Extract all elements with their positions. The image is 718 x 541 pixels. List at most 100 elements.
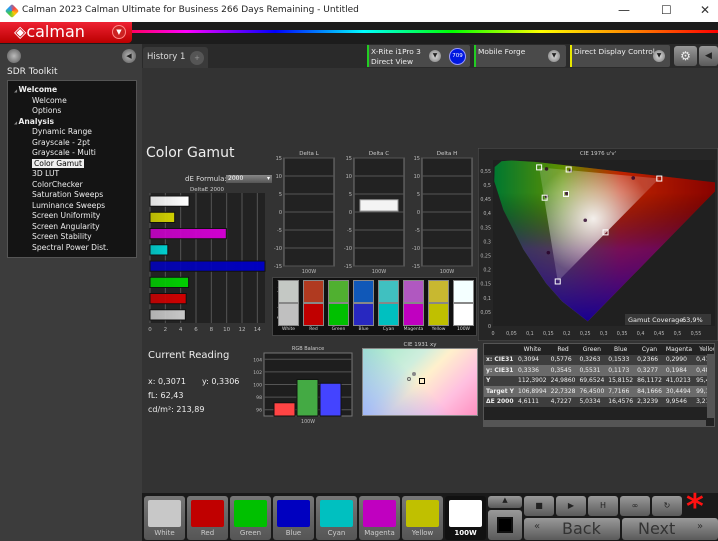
sidebar-item-label: Saturation Sweeps — [32, 190, 104, 199]
swatch-label: Yellow — [431, 327, 446, 332]
x-tick-label: 12 — [239, 327, 246, 333]
sidebar-item[interactable]: Options — [8, 106, 136, 117]
sidebar-item[interactable]: 3D LUT — [8, 169, 136, 180]
collapse-left-icon[interactable]: ◀ — [122, 49, 136, 63]
target-swatch — [278, 303, 299, 326]
patch-button-magenta[interactable]: Magenta — [359, 496, 400, 540]
pin-icon[interactable] — [7, 49, 21, 63]
sidebar-item-label: Analysis — [18, 116, 55, 126]
sidebar-item[interactable]: Luminance Sweeps — [8, 201, 136, 212]
sidebar-item[interactable]: Dynamic Range — [8, 127, 136, 138]
patch-button-blue[interactable]: Blue — [273, 496, 314, 540]
y-tick-label: 100 — [253, 383, 262, 389]
de-formula-select[interactable]: 2000 ▾ — [226, 175, 272, 183]
refresh-button[interactable]: ↻ — [652, 496, 682, 516]
patch-button-yellow[interactable]: Yellow — [402, 496, 443, 540]
x-tick-label: 8 — [210, 327, 214, 333]
y-tick-label: 98 — [256, 395, 262, 401]
chevron-down-icon[interactable]: ▼ — [112, 25, 126, 39]
loop-button[interactable]: ∞ — [620, 496, 650, 516]
meter-selector[interactable]: X-Rite i1Pro 3 Direct View ▼ 709 — [367, 45, 470, 67]
vertical-scrollbar[interactable] — [707, 354, 714, 418]
source-selector[interactable]: Mobile Forge ▼ — [474, 45, 566, 67]
sidebar-item-label: Welcome — [32, 95, 67, 105]
table-cell: 0,2366 — [637, 356, 659, 364]
sidebar-item[interactable]: ◢ Analysis — [8, 117, 136, 128]
stop-button[interactable]: ■ — [524, 496, 554, 516]
patch-button-green[interactable]: Green — [230, 496, 271, 540]
play-icon: ▶ — [567, 501, 575, 510]
sidebar-item[interactable]: Saturation Sweeps — [8, 190, 136, 201]
patch-color — [234, 500, 267, 527]
sidebar-item[interactable]: ◢ Welcome — [8, 85, 136, 96]
x-axis-label: 100W — [301, 419, 315, 423]
patch-button-100w[interactable]: 100W — [445, 496, 486, 540]
rgb-bar — [296, 378, 319, 417]
patch-button-white[interactable]: White — [144, 496, 185, 540]
stop-pattern-button[interactable] — [488, 510, 522, 540]
stop-square-icon — [497, 517, 513, 533]
y-tick-label: 0,2 — [483, 268, 491, 274]
add-tab-button[interactable]: + — [190, 51, 204, 65]
next-arrows-icon: » — [697, 521, 704, 532]
chevron-down-icon[interactable]: ▼ — [653, 50, 665, 62]
sidebar-item[interactable]: Welcome — [8, 96, 136, 107]
play-button[interactable]: ▶ — [556, 496, 586, 516]
patch-label: Red — [200, 529, 215, 537]
sidebar-item[interactable]: Screen Angularity — [8, 222, 136, 233]
patch-label: Blue — [285, 529, 302, 537]
actual-swatch — [428, 280, 449, 303]
colorspace-badge[interactable]: 709 — [449, 48, 466, 65]
collapse-right-icon[interactable]: ◀ — [699, 46, 718, 66]
y-tick-label: 0,1 — [483, 296, 491, 302]
chevron-down-icon[interactable]: ▼ — [429, 50, 441, 62]
table-cell: 0,1533 — [608, 356, 630, 364]
target-swatch — [303, 303, 324, 326]
reading-y: y: 0,3306 — [202, 377, 240, 386]
sidebar-item[interactable]: Grayscale - Multi — [8, 148, 136, 159]
chevron-down-icon[interactable]: ▼ — [548, 50, 560, 62]
display-selector[interactable]: Direct Display Control ▼ — [570, 45, 670, 67]
cie1976-title: CIE 1976 u'v' — [580, 151, 616, 157]
calman-menu-button[interactable]: ◈calman ▼ — [0, 22, 132, 43]
table-cell: 24,9860 — [550, 377, 576, 385]
table-cell: 76,4500 — [579, 387, 605, 395]
de-bar-green — [149, 276, 190, 288]
patch-label: Cyan — [327, 529, 346, 537]
sidebar-item[interactable]: Color Gamut — [8, 158, 136, 170]
sidebar-item[interactable]: Screen Uniformity — [8, 211, 136, 222]
sidebar-item[interactable]: Spectral Power Dist. — [8, 243, 136, 254]
hold-button[interactable]: H — [588, 496, 618, 516]
patch-button-cyan[interactable]: Cyan — [316, 496, 357, 540]
next-button[interactable]: Next » — [622, 518, 718, 540]
y-tick-label: 10 — [276, 174, 282, 180]
back-button[interactable]: « Back — [524, 518, 620, 540]
expand-up-button[interactable]: ▲ — [488, 496, 522, 508]
sidebar-item[interactable]: Grayscale - 2pt — [8, 138, 136, 149]
tab-history-1[interactable]: History 1 + — [143, 47, 208, 68]
sidebar-item-label: ColorChecker — [32, 179, 83, 189]
next-label: Next — [638, 519, 676, 538]
y-tick-label: 10 — [346, 174, 352, 180]
x-tick-label: 4 — [179, 327, 183, 333]
settings-gear-icon[interactable]: ⚙ — [674, 46, 697, 66]
sidebar-item-label: Grayscale - 2pt — [32, 137, 90, 147]
minimize-button[interactable]: — — [618, 3, 630, 17]
table-row: y: CIE31 0,3336 0,3545 0,5531 0,1173 0,3277 0,… — [484, 365, 714, 376]
de-bar-red — [149, 293, 187, 305]
sidebar-item[interactable]: ColorChecker — [8, 180, 136, 191]
column-header: Blue — [614, 345, 628, 353]
sidebar-item-label: Screen Angularity — [32, 221, 100, 231]
swatch-label: Magenta — [403, 327, 424, 332]
patch-button-red[interactable]: Red — [187, 496, 228, 540]
table-cell: 0,5531 — [579, 366, 601, 374]
target-swatch — [428, 303, 449, 326]
table-cell: 84,1666 — [637, 387, 662, 395]
row-header: Y — [486, 377, 491, 385]
horizontal-scrollbar[interactable] — [484, 420, 706, 426]
y-tick-label: -10 — [344, 246, 352, 252]
close-button[interactable]: ✕ — [700, 3, 710, 17]
measured-point — [631, 176, 636, 180]
maximize-button[interactable]: ☐ — [661, 3, 672, 17]
sidebar-item[interactable]: Screen Stability — [8, 232, 136, 243]
